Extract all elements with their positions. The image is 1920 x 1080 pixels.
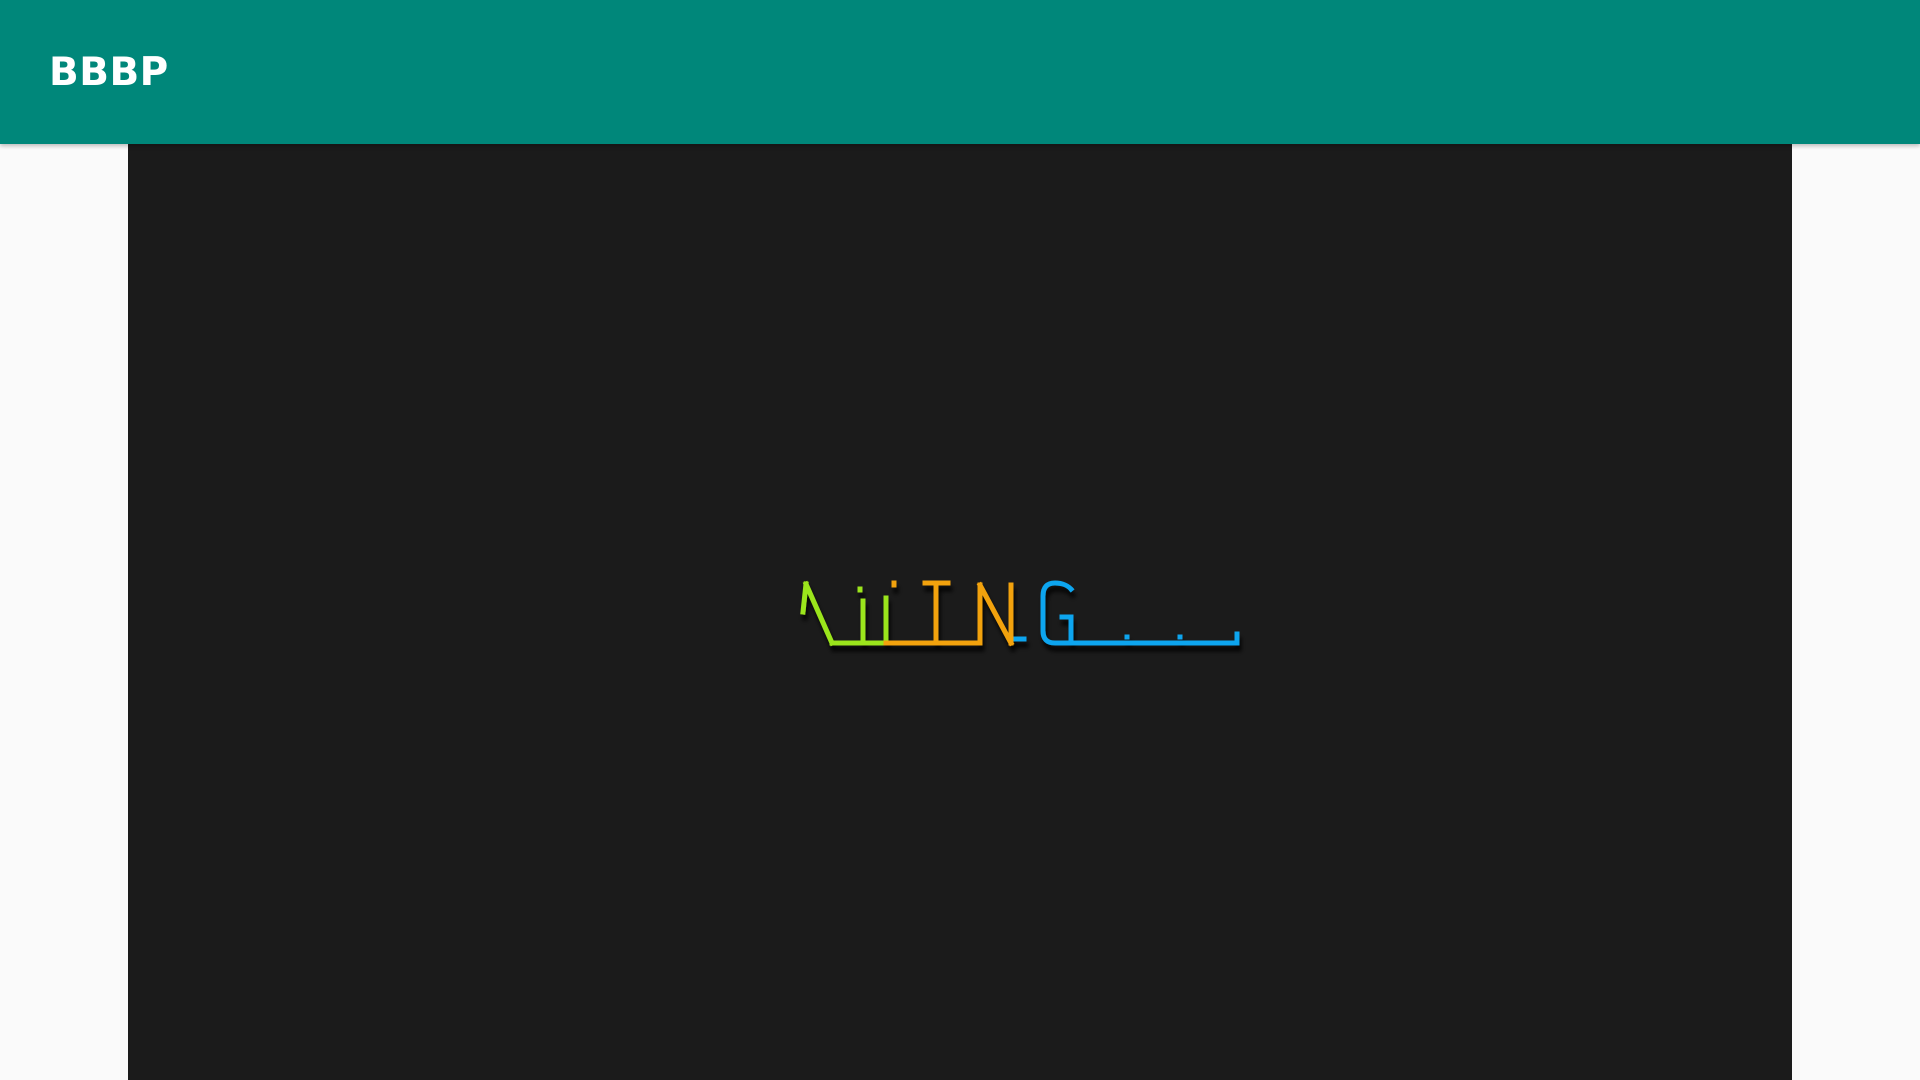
loader-glyph-a-w [800, 580, 889, 647]
loader-glyph-i-n [883, 580, 1015, 647]
video-stage[interactable] [128, 144, 1792, 1080]
app-title: BBBP [49, 49, 169, 95]
loader-glyph-g-dots [1013, 580, 1240, 646]
app-bar: BBBP [0, 0, 1920, 144]
loading-animation-graphic [800, 580, 1240, 647]
